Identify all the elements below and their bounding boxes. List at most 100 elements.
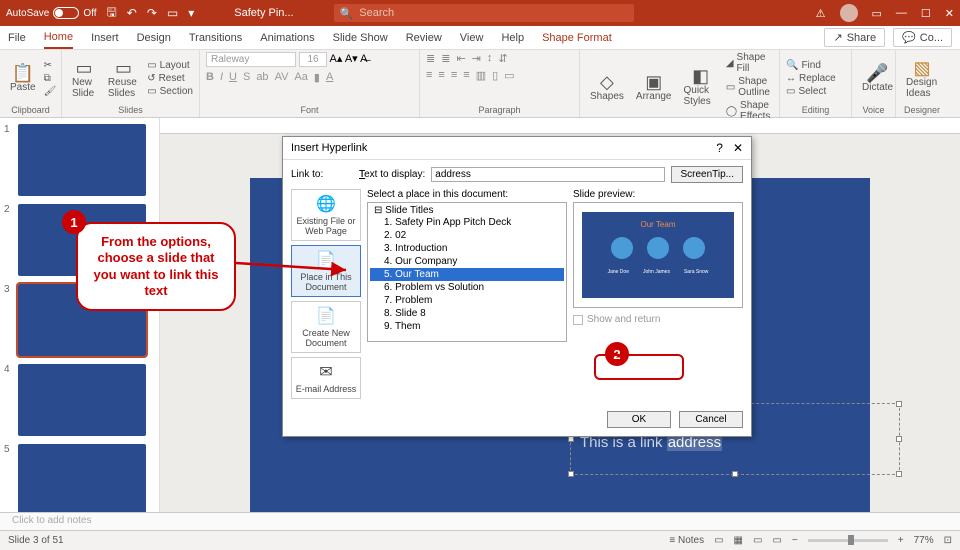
italic-icon[interactable]: I xyxy=(220,71,223,84)
tab-insert[interactable]: Insert xyxy=(91,28,119,48)
autosave-switch-icon[interactable] xyxy=(53,7,79,19)
strike-icon[interactable]: S xyxy=(243,71,250,84)
arrange-button[interactable]: ▣Arrange xyxy=(632,71,676,104)
shape-fill-button[interactable]: ◢ Shape Fill xyxy=(726,52,773,74)
linkto-place[interactable]: 📄Place in This Document xyxy=(291,245,361,297)
indent-right-icon[interactable]: ⇥ xyxy=(472,52,481,65)
text-to-display-input[interactable] xyxy=(431,167,665,182)
tree-slide-3[interactable]: 3. Introduction xyxy=(370,242,564,255)
tree-root-item[interactable]: ⊟ Slide Titles xyxy=(370,205,564,216)
tree-slide-2[interactable]: 2. 02 xyxy=(370,229,564,242)
cut-icon[interactable]: ✂ xyxy=(44,60,57,71)
design-ideas-button[interactable]: ▧Design Ideas xyxy=(902,57,942,101)
linkto-createnew[interactable]: 📄Create New Document xyxy=(291,301,361,353)
justify-icon[interactable]: ≡ xyxy=(463,69,469,82)
tree-slide-8[interactable]: 8. Slide 8 xyxy=(370,307,564,320)
layout-button[interactable]: ▭ Layout xyxy=(147,60,193,71)
underline-icon[interactable]: U xyxy=(229,71,237,84)
undo-icon[interactable]: ↶ xyxy=(127,6,137,20)
autosave-toggle[interactable]: AutoSave Off xyxy=(6,7,97,19)
search-box[interactable]: 🔍 xyxy=(334,4,634,22)
tree-slide-4[interactable]: 4. Our Company xyxy=(370,255,564,268)
indent-left-icon[interactable]: ⇤ xyxy=(456,52,465,65)
numbering-icon[interactable]: ≣ xyxy=(441,52,450,65)
align-right-icon[interactable]: ≡ xyxy=(451,69,457,82)
ribbon-display-icon[interactable]: ▭ xyxy=(872,7,882,20)
line-spacing-icon[interactable]: ↕ xyxy=(487,52,493,65)
tree-slide-6[interactable]: 6. Problem vs Solution xyxy=(370,281,564,294)
zoom-in-icon[interactable]: + xyxy=(898,535,904,546)
reset-button[interactable]: ↺ Reset xyxy=(147,73,193,84)
paste-button[interactable]: 📋Paste xyxy=(6,62,40,95)
tab-design[interactable]: Design xyxy=(137,28,171,48)
slide-tree[interactable]: ⊟ Slide Titles 1. Safety Pin App Pitch D… xyxy=(367,202,567,342)
close-icon[interactable]: ✕ xyxy=(945,7,954,20)
bold-icon[interactable]: B xyxy=(206,71,214,84)
dialog-help-icon[interactable]: ? xyxy=(716,141,723,155)
dictate-button[interactable]: 🎤Dictate xyxy=(858,62,897,95)
reuse-slides-button[interactable]: ▭Reuse Slides xyxy=(104,57,143,101)
align-left-icon[interactable]: ≡ xyxy=(426,69,432,82)
smartart-icon[interactable]: ▭ xyxy=(504,69,514,82)
sorter-view-icon[interactable]: ▦ xyxy=(734,535,743,546)
replace-button[interactable]: ↔ Replace xyxy=(786,73,836,84)
shape-outline-button[interactable]: ▭ Shape Outline xyxy=(726,76,773,98)
reading-view-icon[interactable]: ▭ xyxy=(753,535,762,546)
dialog-close-icon[interactable]: ✕ xyxy=(733,141,743,155)
font-size-combo[interactable]: 16 xyxy=(299,52,327,67)
tab-home[interactable]: Home xyxy=(44,27,73,49)
comments-button[interactable]: 💬Co... xyxy=(893,28,952,47)
columns-icon[interactable]: ▥ xyxy=(476,69,486,82)
highlight-icon[interactable]: ▮ xyxy=(314,71,320,84)
share-button[interactable]: ↗Share xyxy=(824,28,885,47)
minimize-icon[interactable]: — xyxy=(896,7,907,19)
tab-transitions[interactable]: Transitions xyxy=(189,28,242,48)
shadow-icon[interactable]: ab xyxy=(256,71,268,84)
align-text-icon[interactable]: ▯ xyxy=(492,69,498,82)
increase-font-icon[interactable]: A▴ xyxy=(330,53,343,65)
cancel-button[interactable]: Cancel xyxy=(679,411,743,428)
select-button[interactable]: ▭ Select xyxy=(786,86,836,97)
linkto-existing[interactable]: 🌐Existing File or Web Page xyxy=(291,189,361,241)
quick-styles-button[interactable]: ◧Quick Styles xyxy=(680,65,722,109)
tab-view[interactable]: View xyxy=(460,28,484,48)
tree-slide-1[interactable]: 1. Safety Pin App Pitch Deck xyxy=(370,216,564,229)
maximize-icon[interactable]: ☐ xyxy=(921,7,931,20)
tab-help[interactable]: Help xyxy=(501,28,524,48)
tree-slide-7[interactable]: 7. Problem xyxy=(370,294,564,307)
thumbnail-5[interactable]: 5 xyxy=(4,444,155,512)
qat-more-icon[interactable]: ▾ xyxy=(188,6,194,20)
text-direction-icon[interactable]: ⇵ xyxy=(498,52,507,65)
tab-animations[interactable]: Animations xyxy=(260,28,314,48)
zoom-out-icon[interactable]: − xyxy=(792,535,798,546)
shapes-button[interactable]: ◇Shapes xyxy=(586,71,628,104)
decrease-font-icon[interactable]: A▾ xyxy=(345,53,358,65)
align-center-icon[interactable]: ≡ xyxy=(438,69,444,82)
thumbnail-1[interactable]: 1 xyxy=(4,124,155,196)
spacing-icon[interactable]: AV xyxy=(275,71,289,84)
warning-icon[interactable]: ⚠ xyxy=(816,7,826,20)
format-painter-icon[interactable]: 🖌 xyxy=(44,86,57,97)
ok-button[interactable]: OK xyxy=(607,411,671,428)
save-icon[interactable]: 🖫 xyxy=(107,3,117,24)
font-family-combo[interactable]: Raleway xyxy=(206,52,296,67)
clear-format-icon[interactable]: A̶ xyxy=(360,53,367,65)
tab-file[interactable]: File xyxy=(8,28,26,48)
tab-slideshow[interactable]: Slide Show xyxy=(333,28,388,48)
start-slideshow-icon[interactable]: ▭ xyxy=(167,6,178,20)
notes-pane[interactable]: Click to add notes xyxy=(0,512,960,530)
screentip-button[interactable]: ScreenTip... xyxy=(671,166,743,183)
notes-button[interactable]: ≡ Notes xyxy=(669,535,704,546)
linkto-email[interactable]: ✉E-mail Address xyxy=(291,357,361,399)
normal-view-icon[interactable]: ▭ xyxy=(714,535,723,546)
dialog-title-bar[interactable]: Insert Hyperlink ? ✕ xyxy=(283,137,751,160)
fit-to-window-icon[interactable]: ⊡ xyxy=(944,535,952,546)
font-color-icon[interactable]: A xyxy=(326,71,333,84)
zoom-slider[interactable] xyxy=(808,539,888,542)
tree-slide-9[interactable]: 9. Them xyxy=(370,320,564,333)
new-slide-button[interactable]: ▭New Slide xyxy=(68,57,100,101)
account-icon[interactable] xyxy=(840,4,858,22)
search-input[interactable] xyxy=(359,7,627,19)
section-button[interactable]: ▭ Section xyxy=(147,86,193,97)
case-icon[interactable]: Aa xyxy=(294,71,307,84)
